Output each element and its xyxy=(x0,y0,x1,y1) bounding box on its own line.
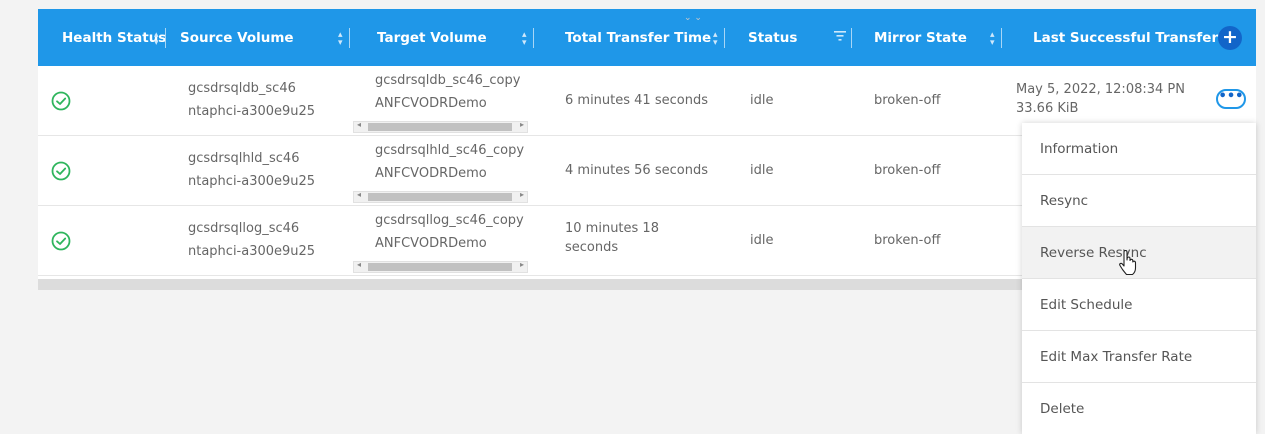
status-value: idle xyxy=(750,233,774,248)
cell-scrollbar[interactable]: ◂ ▸ xyxy=(353,260,528,273)
check-circle-icon xyxy=(51,91,71,111)
mirror-state-value: broken-off xyxy=(874,163,941,178)
column-divider[interactable] xyxy=(533,28,534,48)
column-status[interactable]: Status xyxy=(748,9,797,66)
check-circle-icon xyxy=(51,231,71,251)
sort-icon[interactable]: ▴ ▾ xyxy=(338,31,343,48)
menu-item-reverse-resync[interactable]: Reverse Resync xyxy=(1022,227,1256,279)
sort-icon[interactable]: ▴ ▾ xyxy=(522,31,527,48)
row-actions-menu: Information Resync Reverse Resync Edit S… xyxy=(1022,123,1256,434)
menu-item-delete[interactable]: Delete xyxy=(1022,383,1256,434)
status-value: idle xyxy=(750,163,774,178)
sort-icon[interactable]: ▴ ▾ xyxy=(713,31,718,48)
menu-item-information[interactable]: Information xyxy=(1022,123,1256,175)
source-volume-name: gcsdrsqllog_sc46 xyxy=(188,221,300,236)
transfer-time: 6 minutes 41 seconds xyxy=(565,93,708,108)
target-volume-name: gcsdrsqlhld_sc46_copy xyxy=(375,143,525,158)
column-divider[interactable] xyxy=(165,28,166,48)
source-volume-name: gcsdrsqlhld_sc46 xyxy=(188,151,300,166)
filter-icon[interactable] xyxy=(834,30,846,42)
sort-icon[interactable]: ▴ ▾ xyxy=(154,31,159,48)
last-transfer-size: 33.66 KiB xyxy=(1016,101,1079,116)
column-divider[interactable] xyxy=(851,28,852,48)
column-mirror-state[interactable]: Mirror State xyxy=(874,9,967,66)
transfer-time: 4 minutes 56 seconds xyxy=(565,163,708,178)
column-divider[interactable] xyxy=(349,28,350,48)
status-value: idle xyxy=(750,93,774,108)
target-volume-account: ANFCVODRDemo xyxy=(375,166,487,181)
table-header: ⌄ ⌄ Health Status ▴ ▾ Source Volume ▴ ▾ Ta… xyxy=(38,9,1256,66)
transfer-time: seconds xyxy=(565,240,619,255)
hand-cursor-icon xyxy=(1119,250,1137,276)
menu-item-edit-max-transfer-rate[interactable]: Edit Max Transfer Rate xyxy=(1022,331,1256,383)
column-source-volume[interactable]: Source Volume xyxy=(180,9,294,66)
mirror-state-value: broken-off xyxy=(874,93,941,108)
target-volume-account: ANFCVODRDemo xyxy=(375,236,487,251)
mirror-state-value: broken-off xyxy=(874,233,941,248)
cell-scrollbar[interactable]: ◂ ▸ xyxy=(353,190,528,203)
column-divider[interactable] xyxy=(1001,28,1002,48)
menu-item-resync[interactable]: Resync xyxy=(1022,175,1256,227)
column-health-status[interactable]: Health Status xyxy=(62,9,166,66)
plus-icon[interactable]: + xyxy=(1218,26,1242,50)
source-volume-host: ntaphci-a300e9u25 xyxy=(188,174,316,189)
column-last-successful-transfer[interactable]: Last Successful Transfer xyxy=(1033,9,1218,66)
menu-item-edit-schedule[interactable]: Edit Schedule xyxy=(1022,279,1256,331)
sort-icon[interactable]: ▴ ▾ xyxy=(990,31,995,48)
check-circle-icon xyxy=(51,161,71,181)
target-volume-account: ANFCVODRDemo xyxy=(375,96,487,111)
column-total-transfer-time[interactable]: Total Transfer Time xyxy=(565,9,711,66)
target-volume-name: gcsdrsqllog_sc46_copy xyxy=(375,213,524,228)
target-volume-name: gcsdrsqldb_sc46_copy xyxy=(375,73,521,88)
source-volume-host: ntaphci-a300e9u25 xyxy=(188,104,316,119)
column-target-volume[interactable]: Target Volume xyxy=(377,9,487,66)
more-horizontal-icon[interactable]: ••• xyxy=(1216,89,1246,109)
source-volume-host: ntaphci-a300e9u25 xyxy=(188,244,316,259)
column-divider[interactable] xyxy=(724,28,725,48)
cell-scrollbar[interactable]: ◂ ▸ xyxy=(353,120,528,133)
source-volume-name: gcsdrsqldb_sc46 xyxy=(188,81,296,96)
